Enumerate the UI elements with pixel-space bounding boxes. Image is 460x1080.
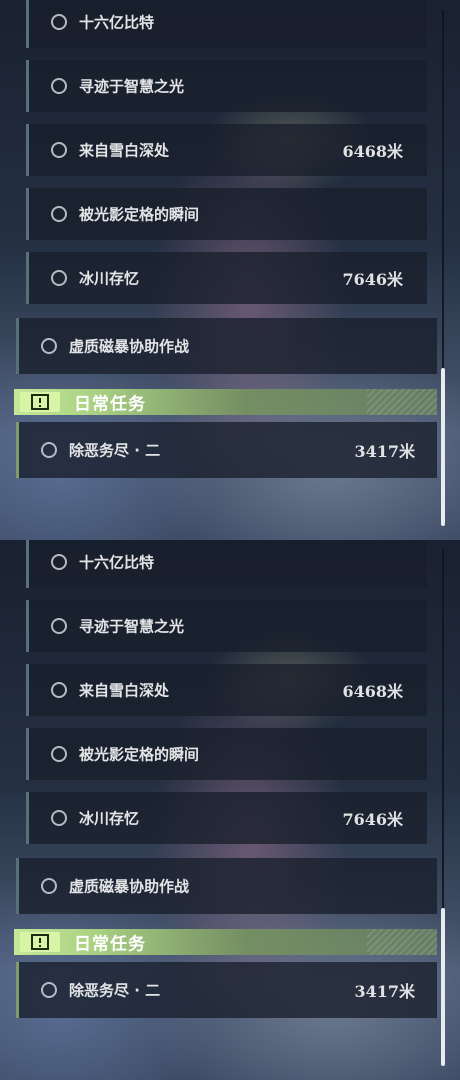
quest-name: 除恶务尽 · 二 [69,981,161,1000]
quest-distance: 6468米 [342,682,403,701]
exclamation-box-icon [20,392,60,412]
header-decoration [367,929,437,955]
quest-name: 被光影定格的瞬间 [79,745,200,764]
quest-name: 来自雪白深处 [79,141,170,160]
radio-circle-icon[interactable] [41,982,57,998]
quest-name: 虚质磁暴协助作战 [69,877,190,896]
radio-circle-icon[interactable] [51,682,67,698]
quest-distance: 3417米 [354,982,415,1001]
quest-name: 十六亿比特 [79,13,155,32]
radio-circle-icon[interactable] [41,878,57,894]
quest-name: 十六亿比特 [79,553,155,572]
quest-distance: 6468米 [342,142,403,161]
radio-circle-icon[interactable] [51,554,67,570]
daily-section-header[interactable]: 日常任务 [14,389,437,415]
radio-circle-icon[interactable] [51,14,67,30]
section-title: 日常任务 [74,934,146,955]
scrollbar-thumb[interactable] [441,908,445,1066]
exclamation-box-icon [20,932,60,952]
quest-item[interactable]: 来自雪白深处 6468米 [26,124,427,176]
quest-item[interactable]: 冰川存忆 7646米 [26,252,427,304]
daily-section-header[interactable]: 日常任务 [14,929,437,955]
quest-item[interactable]: 被光影定格的瞬间 [26,188,427,240]
quest-distance: 3417米 [354,442,415,461]
quest-item[interactable]: 来自雪白深处 6468米 [26,664,427,716]
quest-name: 寻迹于智慧之光 [79,77,185,96]
quest-distance: 7646米 [342,270,403,289]
radio-circle-icon[interactable] [51,746,67,762]
quest-name: 冰川存忆 [79,809,140,828]
quest-name: 来自雪白深处 [79,681,170,700]
daily-quest-item[interactable]: 除恶务尽 · 二 3417米 [16,422,437,478]
daily-quest-item[interactable]: 除恶务尽 · 二 3417米 [16,962,437,1018]
quest-item[interactable]: 寻迹于智慧之光 [26,600,427,652]
radio-circle-icon[interactable] [51,810,67,826]
radio-circle-icon[interactable] [51,206,67,222]
quest-name: 寻迹于智慧之光 [79,617,185,636]
quest-item[interactable]: 被光影定格的瞬间 [26,728,427,780]
quest-list-panel: 十六亿比特 寻迹于智慧之光 来自雪白深处 6468米 被光影定格的瞬间 冰川存忆… [0,540,460,1080]
quest-name: 被光影定格的瞬间 [79,205,200,224]
quest-item[interactable]: 冰川存忆 7646米 [26,792,427,844]
radio-circle-icon[interactable] [51,618,67,634]
quest-item[interactable]: 十六亿比特 [26,540,427,588]
header-decoration [367,389,437,415]
section-title: 日常任务 [74,394,146,415]
radio-circle-icon[interactable] [51,142,67,158]
quest-distance: 7646米 [342,810,403,829]
quest-name: 除恶务尽 · 二 [69,441,161,460]
radio-circle-icon[interactable] [51,78,67,94]
quest-item[interactable]: 寻迹于智慧之光 [26,60,427,112]
radio-circle-icon[interactable] [41,338,57,354]
quest-list-panel: 十六亿比特 寻迹于智慧之光 来自雪白深处 6468米 被光影定格的瞬间 冰川存忆… [0,0,460,540]
scrollbar-thumb[interactable] [441,368,445,526]
radio-circle-icon[interactable] [41,442,57,458]
main-quest-item[interactable]: 虚质磁暴协助作战 [16,318,437,374]
radio-circle-icon[interactable] [51,270,67,286]
main-quest-item[interactable]: 虚质磁暴协助作战 [16,858,437,914]
quest-name: 虚质磁暴协助作战 [69,337,190,356]
quest-item[interactable]: 十六亿比特 [26,0,427,48]
quest-name: 冰川存忆 [79,269,140,288]
